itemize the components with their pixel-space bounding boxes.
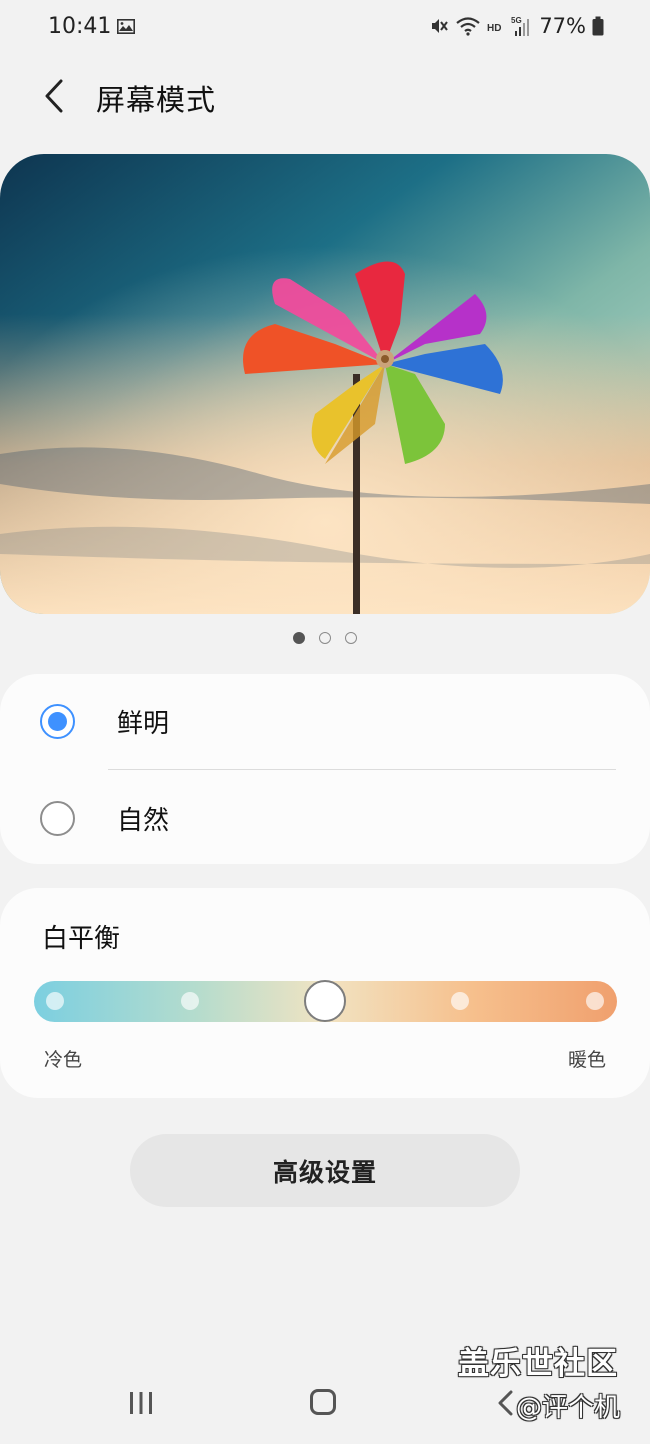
app-header: 屏幕模式	[0, 60, 650, 132]
pager-dot[interactable]	[345, 632, 357, 644]
watermark-main: 盖乐世社区	[458, 1346, 618, 1382]
radio-natural[interactable]	[40, 801, 75, 836]
battery-icon	[592, 16, 604, 36]
screen-mode-card: 鲜明 自然	[0, 674, 650, 864]
wifi-icon	[456, 17, 481, 36]
cool-label: 冷色	[44, 1049, 83, 1071]
divider	[108, 769, 616, 770]
recent-apps-icon[interactable]	[128, 1390, 154, 1416]
5g-signal-icon: 5G	[511, 16, 530, 36]
pager-dot[interactable]	[319, 632, 331, 644]
preview-image[interactable]	[0, 154, 650, 614]
back-button[interactable]	[32, 74, 76, 118]
status-icons: HD 5G 77%	[429, 14, 604, 38]
svg-text:5G: 5G	[511, 16, 522, 25]
slider-step-dot[interactable]	[451, 992, 469, 1010]
option-vivid-row[interactable]: 鲜明	[0, 674, 650, 769]
option-natural-label: 自然	[117, 806, 170, 836]
watermark-sub: @评个机	[516, 1393, 621, 1423]
mute-vibrate-icon	[432, 19, 449, 33]
pinwheel-image	[0, 154, 650, 614]
advanced-settings-button[interactable]: 高级设置	[130, 1134, 520, 1207]
back-nav-icon[interactable]	[496, 1389, 514, 1417]
preview-pager	[0, 632, 650, 644]
chevron-left-icon	[45, 79, 63, 113]
slider-thumb[interactable]	[304, 980, 346, 1022]
hd-icon: HD	[487, 23, 501, 34]
slider-step-dot[interactable]	[181, 992, 199, 1010]
slider-step-dot[interactable]	[586, 992, 604, 1010]
warm-label: 暖色	[567, 1049, 606, 1071]
option-vivid-label: 鲜明	[117, 709, 170, 739]
option-natural-row[interactable]: 自然	[0, 771, 650, 866]
radio-vivid[interactable]	[40, 704, 75, 739]
pager-dot-active[interactable]	[293, 632, 305, 644]
slider-step-dot[interactable]	[46, 992, 64, 1010]
status-bar: 10:41 HD 5G 77%	[0, 0, 650, 58]
page-title: 屏幕模式	[96, 83, 217, 117]
gallery-icon	[117, 19, 135, 34]
svg-text:HD: HD	[487, 23, 501, 34]
white-balance-title: 白平衡	[42, 924, 121, 954]
battery-percent: 77%	[539, 14, 586, 38]
status-time: 10:41	[48, 14, 112, 39]
home-icon[interactable]	[310, 1389, 336, 1415]
